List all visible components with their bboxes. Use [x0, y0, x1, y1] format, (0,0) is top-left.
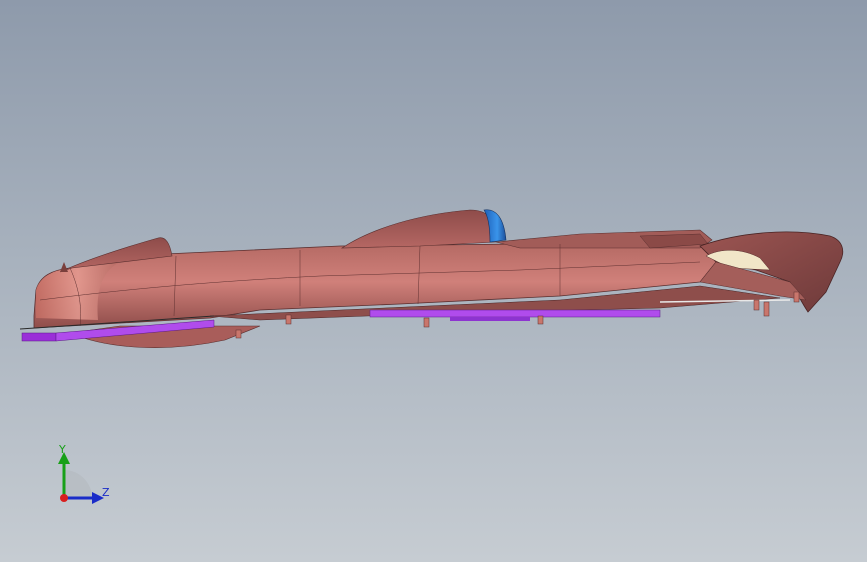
3d-model[interactable] [0, 0, 867, 562]
x-axis-origin [60, 494, 68, 502]
front-antenna [60, 262, 68, 272]
z-axis-label: Z [102, 486, 110, 499]
trim-strip-front [21, 332, 57, 342]
y-axis-label: Y [59, 443, 66, 456]
triad-quadrant [64, 470, 92, 498]
graphics-viewport[interactable]: Y Z [0, 0, 867, 562]
trim-strip-lower [450, 317, 530, 321]
trim-strip-middle [369, 309, 661, 318]
axis-triad [58, 452, 104, 504]
canopy-fairing [340, 209, 497, 249]
